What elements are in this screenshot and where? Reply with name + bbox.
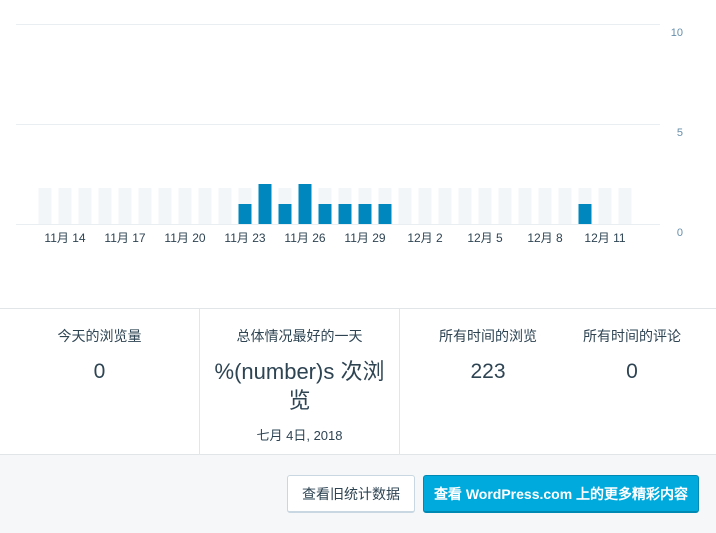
bar-background (478, 188, 492, 224)
bar (238, 204, 252, 224)
bar-background (558, 188, 572, 224)
bar-background (418, 188, 432, 224)
bar-background (78, 188, 92, 224)
bar-background (538, 188, 552, 224)
bar-background (458, 188, 472, 224)
bar (278, 204, 292, 224)
bar-background (398, 188, 412, 224)
x-tick-label: 11月 14 (44, 231, 85, 245)
x-tick-label: 12月 8 (527, 231, 563, 245)
y-tick-label: 5 (677, 127, 683, 139)
bar (378, 204, 392, 224)
best-day-label: 总体情况最好的一天 (236, 328, 363, 344)
x-tick-label: 11月 17 (104, 231, 145, 245)
bar-background (118, 188, 132, 224)
bar-background (438, 188, 452, 224)
stat-all-time-comments: 所有时间的评论 0 (562, 309, 702, 455)
bar-chart-svg: 10 5 0 11月 14 11月 17 11月 20 11月 23 11月 26 11月 29… (16, 24, 683, 245)
views-chart: 10 5 0 11月 14 11月 17 11月 20 11月 23 11月 26 11月 29… (0, 0, 716, 308)
x-tick-label: 12月 2 (407, 231, 443, 245)
all-time-comments-label: 所有时间的评论 (583, 328, 681, 344)
all-time-views-value: 223 (470, 360, 506, 383)
bar-background (178, 188, 192, 224)
x-tick-label: 12月 5 (467, 231, 503, 245)
stat-all-time-views: 所有时间的浏览 223 (400, 309, 576, 455)
best-day-date: 七月 4日, 2018 (256, 428, 343, 443)
bar-background (598, 188, 612, 224)
bar-background (138, 188, 152, 224)
bar-background (218, 188, 232, 224)
bar-background (158, 188, 172, 224)
best-day-value-line2: 览 (288, 388, 311, 413)
bar (298, 184, 312, 224)
bar-background (58, 188, 72, 224)
all-time-views-label: 所有时间的浏览 (439, 328, 537, 344)
bar (578, 204, 592, 224)
x-tick-label: 11月 26 (284, 231, 325, 245)
stats-footer: 查看旧统计数据 查看 WordPress.com 上的更多精彩内容 (0, 455, 716, 533)
x-tick-label: 11月 29 (344, 231, 385, 245)
stat-best-day: 总体情况最好的一天 %(number)s 次浏 览 七月 4日, 2018 (200, 309, 399, 455)
bar-background (518, 188, 532, 224)
bar-background (98, 188, 112, 224)
stats-summary: 今天的浏览量 0 总体情况最好的一天 %(number)s 次浏 览 七月 4日… (0, 308, 716, 455)
bar-background (618, 188, 632, 224)
stat-today-views: 今天的浏览量 0 (0, 309, 199, 455)
bar (318, 204, 332, 224)
all-time-comments-value: 0 (626, 360, 638, 383)
y-tick-label: 0 (677, 227, 683, 239)
x-tick-label: 12月 11 (584, 231, 625, 245)
today-views-value: 0 (93, 360, 106, 383)
today-views-label: 今天的浏览量 (57, 328, 142, 344)
view-old-stats-button[interactable]: 查看旧统计数据 (287, 475, 415, 513)
bar (258, 184, 272, 224)
bar-background (498, 188, 512, 224)
best-day-value: %(number)s 次浏 览 (200, 357, 399, 415)
bar (338, 204, 352, 224)
x-tick-label: 11月 20 (164, 231, 205, 245)
bar-background (38, 188, 52, 224)
bar-background (198, 188, 212, 224)
x-tick-label: 11月 23 (224, 231, 265, 245)
bar (358, 204, 372, 224)
best-day-value-line1: %(number)s 次浏 (214, 359, 385, 384)
view-more-wpcom-button[interactable]: 查看 WordPress.com 上的更多精彩内容 (423, 475, 699, 513)
y-tick-label: 10 (671, 27, 683, 39)
